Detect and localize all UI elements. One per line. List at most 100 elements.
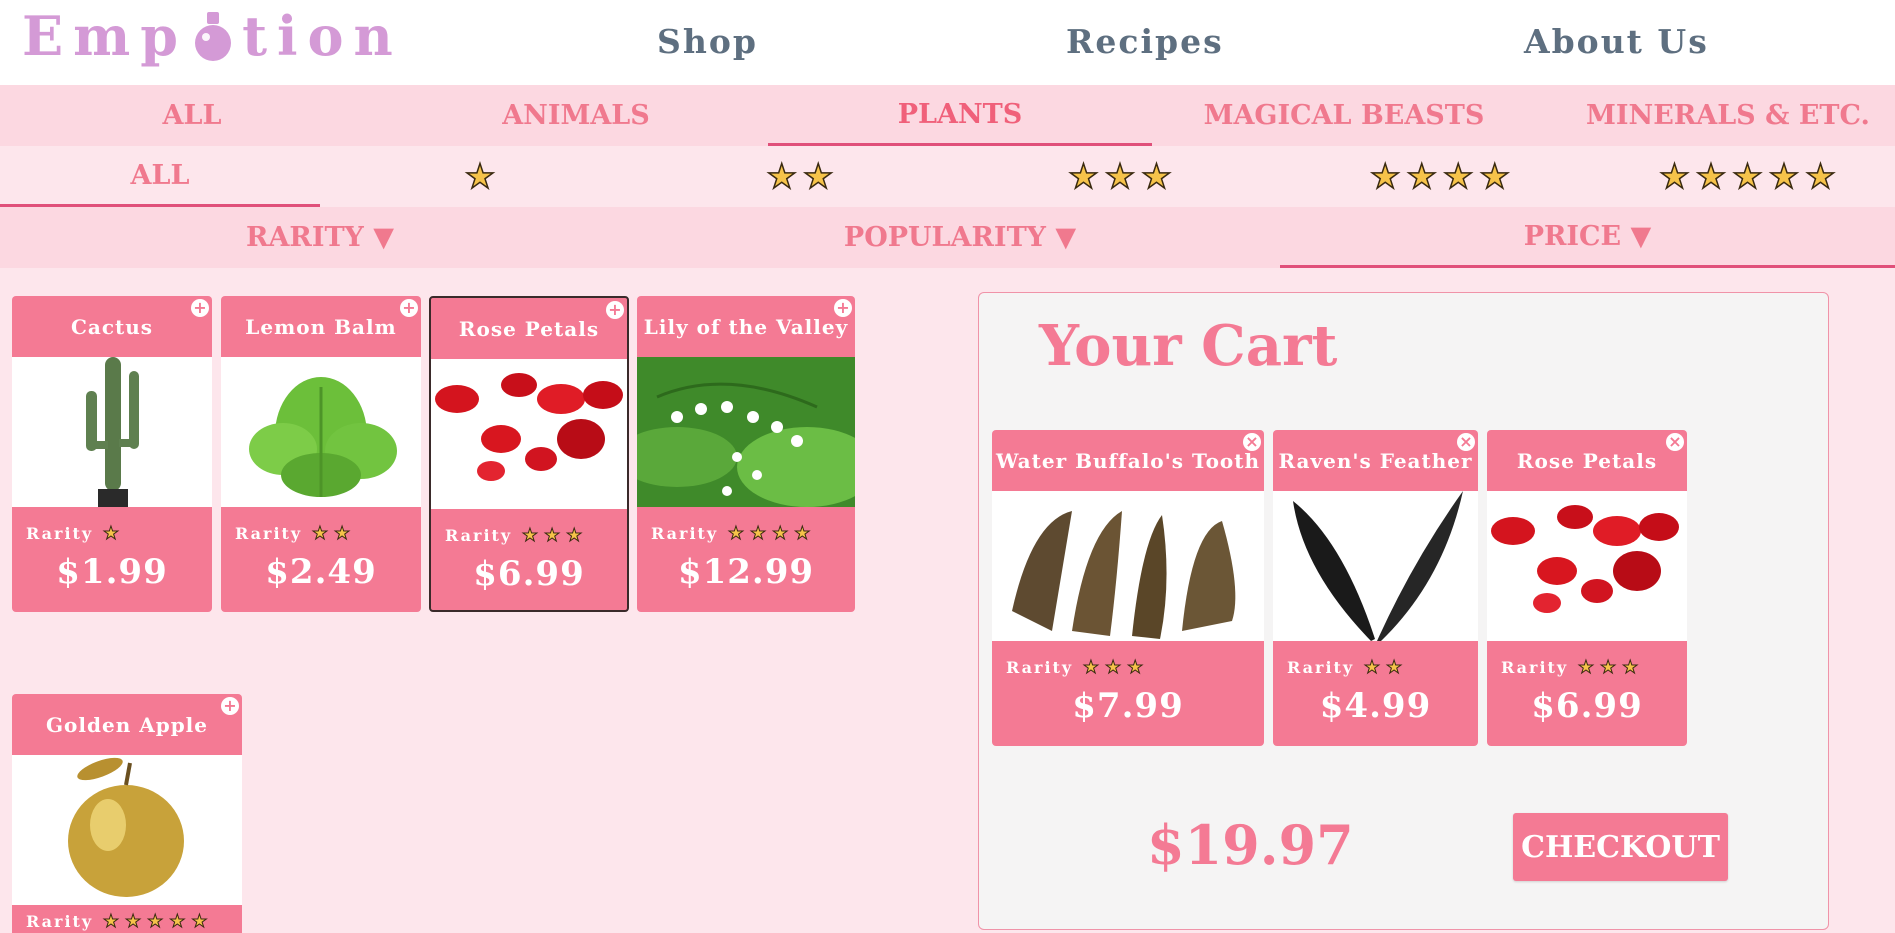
rarity-label: Rarity: [26, 912, 94, 931]
site-header: Emp tion Shop Recipes About Us: [0, 0, 1895, 85]
star-icon: ★: [1363, 656, 1382, 678]
product-name: Rose Petals: [458, 316, 600, 341]
add-to-cart-icon[interactable]: +: [834, 299, 852, 317]
tab-magical-beasts[interactable]: MAGICAL BEASTS: [1152, 85, 1536, 146]
add-to-cart-icon[interactable]: +: [221, 697, 239, 715]
star-icon: ★: [169, 910, 188, 932]
rarity-filter-all[interactable]: ALL: [0, 146, 320, 207]
nav-about-us[interactable]: About Us: [1524, 20, 1709, 64]
product-card-rose-petals[interactable]: Rose Petals Rarity ★ ★ ★ $6.99 +: [429, 296, 629, 612]
product-rarity: Rarity ★ ★ ★ ★ ★: [26, 910, 212, 932]
rarity-label: Rarity: [445, 526, 513, 545]
rarity-label: Rarity: [1006, 658, 1074, 677]
product-card-cactus[interactable]: Cactus Rarity ★ $1.99 +: [12, 296, 212, 612]
star-icon: ★: [1804, 156, 1836, 197]
rarity-filter-1[interactable]: ★: [320, 146, 640, 207]
product-price: $2.49: [265, 552, 377, 592]
product-price: $6.99: [473, 554, 585, 594]
star-icon: ★: [1599, 656, 1619, 678]
cart-item-rarity: Rarity ★ ★ ★: [1006, 656, 1147, 678]
cart-item-raven-feather[interactable]: Raven's Feather Rarity ★ ★ $4.99 ×: [1273, 430, 1478, 746]
sort-price[interactable]: PRICE ▼: [1280, 207, 1895, 268]
cart-item-rarity: Rarity ★ ★: [1287, 656, 1406, 678]
cart-item-rose-petals[interactable]: Rose Petals Rarity ★ ★ ★ $6.99 ×: [1487, 430, 1687, 746]
product-name: Cactus: [70, 314, 154, 339]
cart-total: $19.97: [1147, 813, 1354, 877]
product-card-golden-apple[interactable]: Golden Apple Rarity ★ ★ ★ ★ ★ +: [12, 694, 242, 933]
add-to-cart-icon[interactable]: +: [191, 299, 209, 317]
star-icon: ★: [543, 524, 563, 546]
cart-item-price: $4.99: [1319, 686, 1432, 726]
star-icon: ★: [102, 522, 121, 544]
add-to-cart-icon[interactable]: +: [400, 299, 418, 317]
star-icon: ★: [147, 910, 166, 932]
star-icon: ★: [1577, 656, 1596, 678]
product-name: Lily of the Valley: [643, 314, 849, 339]
rarity-label: Rarity: [26, 524, 94, 543]
nav-recipes[interactable]: Recipes: [1066, 20, 1224, 64]
sort-popularity[interactable]: POPULARITY ▼: [640, 207, 1280, 268]
rarity-filter-2[interactable]: ★ ★: [640, 146, 960, 207]
rarity-label: Rarity: [1501, 658, 1569, 677]
checkout-button[interactable]: CHECKOUT: [1513, 813, 1728, 881]
product-rarity: Rarity ★ ★: [235, 522, 354, 544]
cart-item-image-rose-petals: [1487, 491, 1687, 641]
cart-item-rarity: Rarity ★ ★ ★: [1501, 656, 1642, 678]
remove-from-cart-icon[interactable]: ×: [1457, 433, 1475, 451]
cart-item-name: Rose Petals: [1516, 448, 1658, 473]
star-icon: ★: [1622, 656, 1641, 678]
rarity-filter-3[interactable]: ★ ★ ★: [960, 146, 1280, 207]
add-to-cart-icon[interactable]: +: [606, 301, 624, 319]
star-icon: ★: [464, 156, 496, 197]
rarity-label: Rarity: [235, 524, 303, 543]
star-icon: ★: [1479, 156, 1511, 197]
star-icon: ★: [1406, 156, 1438, 197]
product-price: $12.99: [677, 552, 815, 592]
tab-minerals-etc[interactable]: MINERALS & ETC.: [1536, 85, 1895, 146]
star-icon: ★: [794, 522, 813, 544]
star-icon: ★: [102, 910, 121, 932]
star-icon: ★: [749, 522, 769, 544]
rarity-label: Rarity: [1287, 658, 1355, 677]
cart-item-image-raven-feather: [1273, 491, 1478, 641]
cart-item-price: $7.99: [1072, 686, 1184, 726]
product-card-lemon-balm[interactable]: Lemon Balm Rarity ★ ★ $2.49 +: [221, 296, 421, 612]
category-tabs: ALL ANIMALS PLANTS MAGICAL BEASTS MINERA…: [0, 85, 1895, 146]
remove-from-cart-icon[interactable]: ×: [1243, 433, 1261, 451]
nav-shop[interactable]: Shop: [657, 20, 758, 64]
star-icon: ★: [1731, 156, 1763, 197]
rarity-filter-4[interactable]: ★ ★ ★ ★: [1280, 146, 1600, 207]
star-icon: ★: [311, 522, 330, 544]
brand-name-right: tion: [242, 4, 403, 68]
star-icon: ★: [1082, 656, 1101, 678]
star-icon: ★: [1140, 156, 1172, 197]
product-card-lily-of-the-valley[interactable]: Lily of the Valley Rarity ★ ★ ★ ★ $12.99 +: [637, 296, 855, 612]
cart-panel: Your Cart Water Buffalo's Tooth Rarity ★…: [978, 292, 1829, 930]
product-image-lemon-balm: [221, 357, 421, 507]
sort-rarity[interactable]: RARITY ▼: [0, 207, 640, 268]
remove-from-cart-icon[interactable]: ×: [1666, 433, 1684, 451]
tab-plants[interactable]: PLANTS: [768, 85, 1152, 146]
star-icon: ★: [1695, 156, 1727, 197]
product-name: Lemon Balm: [245, 314, 397, 339]
star-icon: ★: [191, 910, 210, 932]
star-icon: ★: [1104, 156, 1136, 197]
star-icon: ★: [1104, 656, 1124, 678]
rarity-filter-5[interactable]: ★ ★ ★ ★ ★: [1600, 146, 1895, 207]
cart-item-price: $6.99: [1531, 686, 1643, 726]
star-icon: ★: [802, 156, 834, 197]
star-icon: ★: [566, 524, 585, 546]
brand-logo[interactable]: Emp tion: [22, 6, 403, 66]
product-rarity: Rarity ★ ★ ★ ★: [651, 522, 814, 544]
star-icon: ★: [727, 522, 746, 544]
tab-all[interactable]: ALL: [0, 85, 384, 146]
star-icon: ★: [333, 522, 353, 544]
product-image-golden-apple: [12, 755, 242, 905]
star-icon: ★: [1442, 156, 1474, 197]
tab-animals[interactable]: ANIMALS: [384, 85, 768, 146]
cart-item-water-buffalo-tooth[interactable]: Water Buffalo's Tooth Rarity ★ ★ ★ $7.99 ×: [992, 430, 1264, 746]
star-icon: ★: [1768, 156, 1800, 197]
cart-item-name: Raven's Feather: [1278, 448, 1473, 473]
brand-name-left: Emp: [22, 4, 189, 68]
sort-bar: RARITY ▼ POPULARITY ▼ PRICE ▼: [0, 207, 1895, 268]
